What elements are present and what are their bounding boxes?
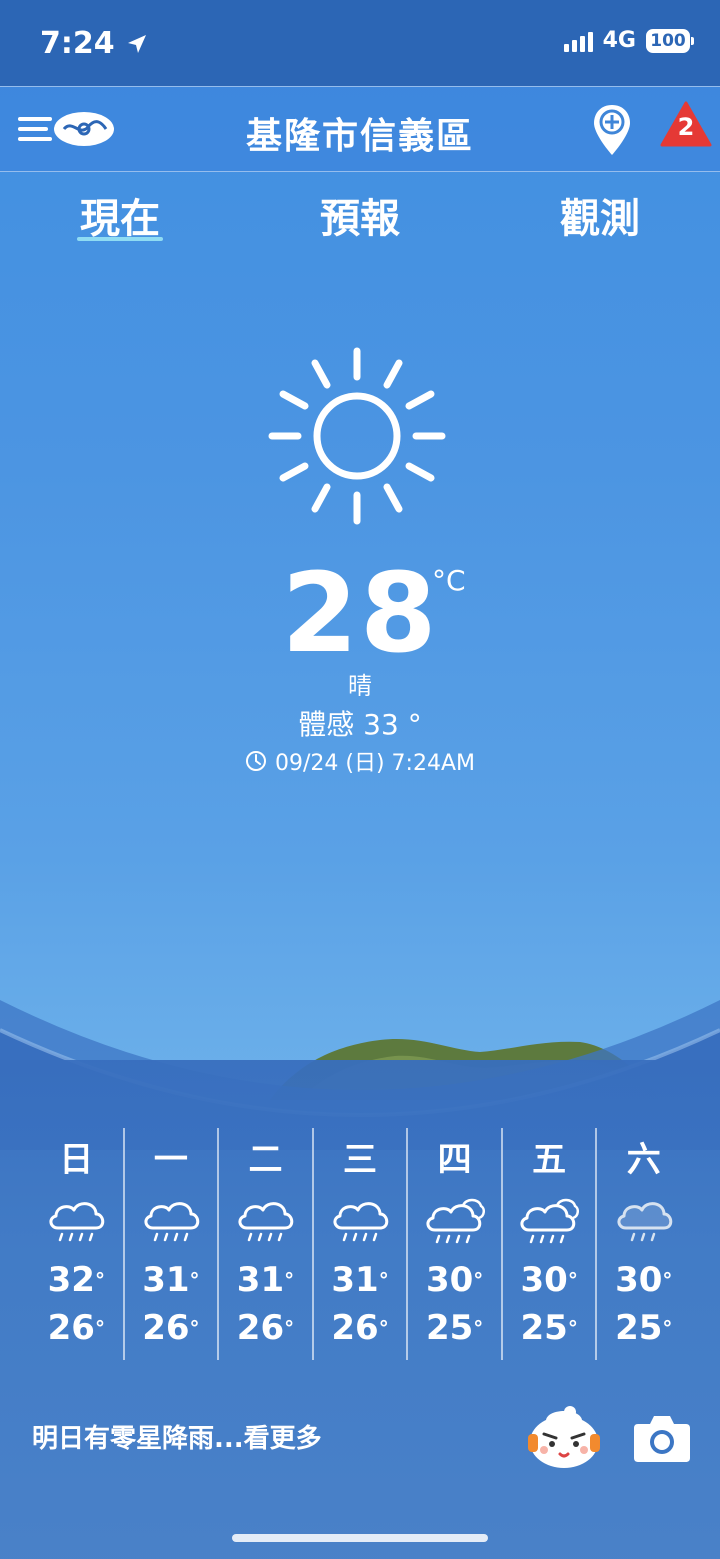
day-name: 三 (343, 1140, 378, 1180)
add-location-icon[interactable] (592, 103, 632, 157)
clock-text: 7:24 (40, 26, 115, 61)
forecast-day[interactable]: 一 31° 26° (125, 1128, 220, 1360)
forecast-day[interactable]: 五 30° 25° (503, 1128, 598, 1360)
app-header: 基隆市信義區 2 (0, 86, 720, 172)
status-indicators: 4G 100 (563, 28, 694, 53)
observation-timestamp: 09/24 (日) 7:24AM (275, 751, 475, 776)
day-name: 日 (59, 1140, 94, 1180)
status-time: 7:24 (40, 26, 149, 61)
low-temp: 26° (331, 1308, 389, 1348)
day-name: 五 (532, 1140, 567, 1180)
day-name: 六 (626, 1140, 661, 1180)
weekly-forecast[interactable]: 日 32° 26° 一 31° 26° 二 31° 26° 三 31° 26° (30, 1128, 690, 1360)
camera-icon[interactable] (632, 1412, 692, 1464)
forecast-day[interactable]: 三 31° 26° (314, 1128, 409, 1360)
temperature-unit: °C (432, 564, 466, 597)
partly-rain-icon (520, 1198, 580, 1244)
high-temp: 30° (615, 1260, 673, 1300)
current-temperature: 28 (281, 549, 439, 677)
tab-observation[interactable]: 觀測 (520, 186, 680, 244)
light-rain-icon (617, 1202, 672, 1242)
high-temp: 31° (331, 1260, 389, 1300)
forecast-day[interactable]: 六 30° 25° (597, 1128, 690, 1360)
feels-like: 體感 33 ° (298, 708, 422, 741)
weather-condition: 晴 (348, 672, 372, 700)
partly-rain-icon (426, 1198, 485, 1244)
low-temp: 26° (236, 1308, 295, 1348)
clock-icon (246, 751, 266, 771)
forecast-day[interactable]: 四 30° 25° (408, 1128, 503, 1360)
alert-count: 2 (677, 113, 695, 141)
high-temp: 30° (425, 1260, 484, 1300)
high-temp: 32° (47, 1260, 105, 1300)
day-name: 一 (153, 1140, 188, 1180)
forecast-day[interactable]: 日 32° 26° (30, 1128, 125, 1360)
observation-time: 09/24 (日) 7:24AM (0, 745, 720, 777)
high-temp: 31° (236, 1260, 295, 1300)
high-temp: 30° (520, 1260, 578, 1300)
rain-cloud-icon (144, 1202, 200, 1242)
rain-cloud-icon (333, 1202, 389, 1242)
battery-icon: 100 (646, 28, 694, 53)
mascot-icon[interactable] (524, 1402, 604, 1472)
location-arrow-icon (127, 34, 146, 53)
high-temp: 31° (142, 1260, 200, 1300)
day-name: 四 (437, 1140, 472, 1180)
rain-cloud-icon (238, 1202, 294, 1242)
low-temp: 25° (425, 1308, 484, 1348)
low-temp: 26° (47, 1308, 105, 1348)
low-temp: 26° (142, 1308, 200, 1348)
low-temp: 25° (615, 1308, 673, 1348)
status-bar: 7:24 4G 100 (0, 0, 720, 86)
forecast-day[interactable]: 二 31° 26° (219, 1128, 314, 1360)
forecast-summary-link[interactable]: 明日有零星降雨...看更多 (32, 1418, 322, 1455)
rain-cloud-icon (49, 1202, 105, 1242)
home-indicator[interactable] (232, 1534, 488, 1542)
network-type: 4G (602, 28, 636, 53)
signal-icon (563, 30, 593, 52)
low-temp: 25° (520, 1308, 578, 1348)
alert-button[interactable]: 2 (660, 101, 712, 147)
tab-now[interactable]: 現在 (40, 186, 200, 244)
active-tab-indicator (77, 237, 163, 241)
sun-icon (268, 347, 446, 525)
battery-level: 100 (650, 30, 686, 51)
tab-forecast[interactable]: 預報 (280, 186, 440, 244)
day-name: 二 (248, 1140, 283, 1180)
